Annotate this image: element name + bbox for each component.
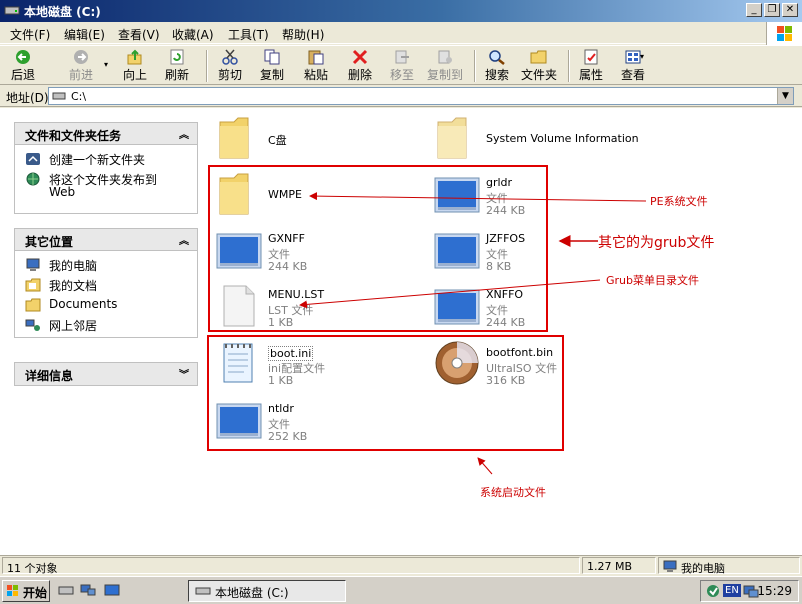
move-to-icon [395, 50, 409, 64]
pe-arrow [309, 192, 647, 202]
cut-label: 剪切 [217, 68, 242, 82]
desktop-quicklaunch-icon[interactable] [104, 583, 120, 597]
taskbar-window-label: 本地磁盘 (C:) [215, 586, 289, 600]
back-arrow-icon [16, 50, 30, 64]
folders-button[interactable]: 文件夹 [518, 49, 560, 83]
paste-button[interactable]: 粘贴 [300, 49, 332, 83]
forward-label: 前进 [68, 68, 93, 82]
copy-to-icon [438, 50, 452, 64]
copy-to-button[interactable]: 复制到 [424, 49, 466, 83]
boot-arrow [477, 457, 493, 475]
taskbar: 开始 本地磁盘 (C:) EN 15:29 [0, 576, 802, 604]
windows-flag-icon [777, 26, 792, 41]
views-dropdown-icon[interactable]: ▾ [640, 52, 644, 61]
address-label: 地址(D) [6, 91, 49, 105]
network-quicklaunch-icon[interactable] [80, 583, 96, 597]
boot-annotation: 系统启动文件 [480, 486, 546, 499]
paste-label: 粘贴 [303, 68, 328, 82]
copy-button[interactable]: 复制 [256, 49, 288, 83]
windows-logo [766, 22, 802, 46]
delete-x-icon [352, 49, 368, 65]
delete-label: 删除 [347, 68, 372, 82]
folder-icon [530, 50, 547, 64]
search-label: 搜索 [484, 68, 509, 82]
status-size: 1.27 MB [582, 557, 656, 574]
forward-dropdown-icon[interactable]: ▾ [104, 60, 108, 69]
drive-icon [195, 587, 211, 595]
move-to-button[interactable]: 移至 [386, 49, 418, 83]
language-indicator[interactable]: EN [723, 584, 741, 597]
refresh-button[interactable]: 刷新 [162, 49, 192, 83]
properties-label: 属性 [578, 68, 603, 82]
forward-button[interactable]: 前进 [64, 49, 98, 83]
minimize-button[interactable]: _ [746, 3, 762, 17]
system-tray: EN 15:29 [700, 580, 799, 602]
folder-up-icon [127, 49, 142, 65]
back-label: 后退 [10, 68, 35, 82]
copy-to-label: 复制到 [426, 68, 463, 82]
move-to-label: 移至 [389, 68, 414, 82]
computer-icon [663, 560, 677, 572]
clock[interactable]: 15:29 [757, 584, 792, 598]
status-object-count: 11 个对象 [2, 557, 580, 575]
start-label: 开始 [23, 586, 48, 600]
folders-label: 文件夹 [520, 68, 557, 82]
annotation-arrows [299, 192, 647, 475]
properties-button[interactable]: 属性 [576, 49, 606, 83]
grub-annotation: 其它的为grub文件 [598, 235, 715, 251]
address-dropdown-button[interactable]: ▼ [777, 88, 793, 104]
toolbar: 后退 前进 ▾ 向上 刷新 剪切 复制 粘贴 删除 移至 复制到 搜索 文件夹 … [0, 45, 802, 85]
start-button[interactable]: 开始 [2, 580, 50, 602]
forward-arrow-icon [74, 50, 88, 64]
title-bar: 本地磁盘 (C:) _ ❐ ✕ [0, 0, 802, 22]
menu-edit[interactable]: 编辑(E) [64, 26, 105, 43]
cut-button[interactable]: 剪切 [214, 49, 246, 83]
properties-icon [584, 49, 598, 65]
copy-icon [264, 49, 280, 65]
menu-bar: 文件(F) 编辑(E) 查看(V) 收藏(A) 工具(T) 帮助(H) [0, 22, 802, 44]
pe-annotation: PE系统文件 [650, 195, 708, 208]
delete-button[interactable]: 删除 [344, 49, 376, 83]
views-label: 查看 [620, 68, 645, 82]
toolbar-separator [568, 50, 570, 82]
menu-arrow [299, 279, 601, 309]
status-location-text: 我的电脑 [681, 562, 725, 575]
drive-quicklaunch-icon[interactable] [58, 583, 74, 597]
menu-tools[interactable]: 工具(T) [228, 26, 269, 43]
up-label: 向上 [122, 68, 147, 82]
back-button[interactable]: 后退 [6, 49, 40, 83]
address-value: C:\ [71, 90, 87, 103]
menu-file[interactable]: 文件(F) [10, 26, 50, 43]
address-bar: 地址(D) C:\ ▼ [0, 85, 802, 107]
search-icon [489, 50, 505, 65]
menu-favorites[interactable]: 收藏(A) [172, 26, 214, 43]
copy-label: 复制 [259, 68, 284, 82]
paste-icon [308, 50, 324, 65]
menu-annotation: Grub菜单目录文件 [606, 274, 700, 287]
address-input[interactable]: C:\ ▼ [48, 87, 794, 105]
drive-icon [4, 6, 20, 15]
restore-button[interactable]: ❐ [764, 3, 780, 17]
close-button[interactable]: ✕ [782, 3, 798, 17]
search-button[interactable]: 搜索 [482, 49, 512, 83]
status-bar: 11 个对象 1.27 MB 我的电脑 [0, 555, 802, 575]
toolbar-separator [474, 50, 476, 82]
scissors-icon [222, 49, 238, 65]
windows-flag-icon [7, 585, 18, 596]
refresh-icon [170, 49, 184, 65]
menu-view[interactable]: 查看(V) [118, 26, 160, 43]
menu-help[interactable]: 帮助(H) [282, 26, 324, 43]
window-title: 本地磁盘 (C:) [24, 5, 101, 19]
drive-icon [52, 92, 66, 100]
up-button[interactable]: 向上 [120, 49, 150, 83]
taskbar-window-button[interactable]: 本地磁盘 (C:) [188, 580, 346, 602]
content-area: 文件和文件夹任务 ︽ 创建一个新文件夹 将这个文件夹发布到 Web 其它位置 ︽ [0, 108, 802, 555]
refresh-label: 刷新 [164, 68, 189, 82]
toolbar-separator [206, 50, 208, 82]
tray-app-icon[interactable] [705, 584, 721, 598]
status-location: 我的电脑 [658, 557, 800, 575]
